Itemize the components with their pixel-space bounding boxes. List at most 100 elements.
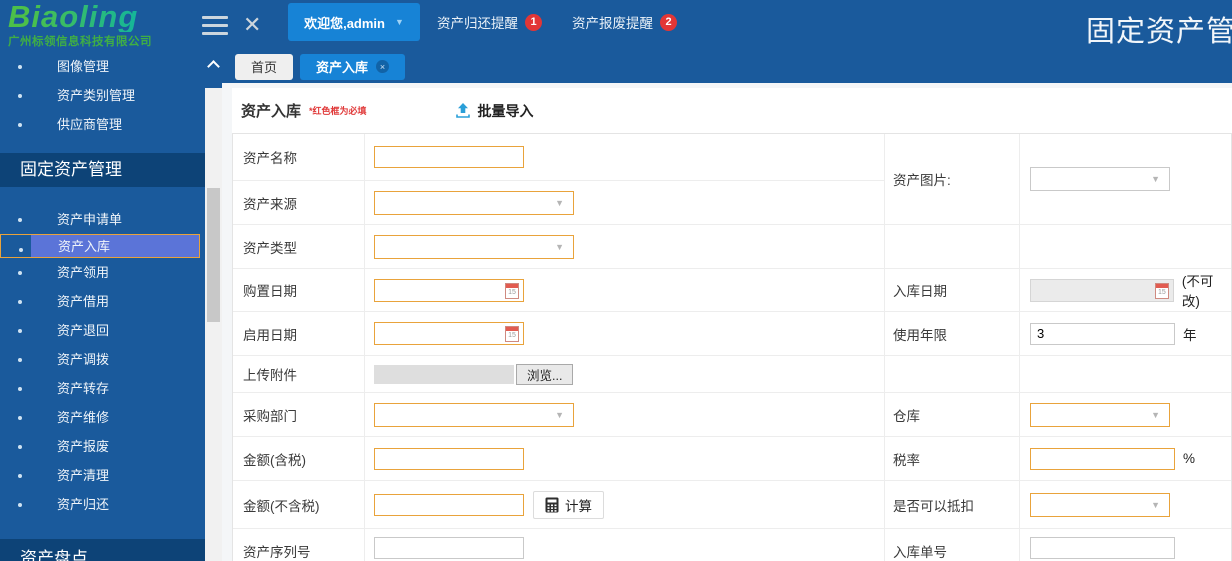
storage-no-label: 入库单号 xyxy=(885,529,1020,561)
asset-name-input[interactable] xyxy=(374,146,524,168)
sidebar-item-label: 图像管理 xyxy=(57,52,109,81)
sidebar-scrollbar[interactable] xyxy=(205,50,222,561)
tab-home[interactable]: 首页 xyxy=(235,54,293,80)
sidebar-item-asset-relocate[interactable]: 资产转存 xyxy=(0,374,205,403)
scroll-up-button[interactable] xyxy=(205,50,222,88)
sidebar-section-fixed-assets[interactable]: 固定资产管理 xyxy=(0,153,205,187)
sidebar-item-asset-cleanup[interactable]: 资产清理 xyxy=(0,461,205,490)
amount-without-tax-input[interactable] xyxy=(374,494,524,516)
sidebar-item-label: 资产调拨 xyxy=(57,345,109,374)
tab-bar: 首页 资产入库 × xyxy=(222,50,1232,83)
sidebar-item-asset-borrow[interactable]: 资产借用 xyxy=(0,287,205,316)
chevron-down-icon: ▼ xyxy=(395,17,404,27)
storage-date-label: 入库日期 xyxy=(885,269,1020,312)
notice-label: 资产报废提醒 xyxy=(572,12,653,32)
bullet-icon xyxy=(18,123,22,127)
tab-asset-storage[interactable]: 资产入库 × xyxy=(300,54,405,80)
bullet-icon xyxy=(18,65,22,69)
browse-button[interactable]: 浏览... xyxy=(516,364,573,385)
calendar-icon[interactable]: 15 xyxy=(505,283,519,299)
calendar-icon[interactable]: 15 xyxy=(505,326,519,342)
count-badge: 2 xyxy=(660,14,677,31)
sidebar-item-supplier-management[interactable]: 供应商管理 xyxy=(0,110,205,139)
storage-no-input[interactable] xyxy=(1030,537,1175,559)
deductible-label: 是否可以抵扣 xyxy=(885,481,1020,529)
sidebar-item-asset-giveback[interactable]: 资产归还 xyxy=(0,490,205,519)
bullet-icon xyxy=(18,218,22,222)
asset-image-label: 资产图片: xyxy=(885,134,1020,225)
asset-type-label: 资产类型 xyxy=(233,225,365,269)
start-date-input[interactable]: 15 xyxy=(374,322,524,345)
hamburger-menu-icon[interactable] xyxy=(202,16,228,35)
asset-storage-panel: 资产入库 *红色框为必填 批量导入 资产名称 资产图片: ▼ 资产来源 xyxy=(232,88,1232,561)
chevron-down-icon: ▼ xyxy=(555,410,564,420)
file-input[interactable] xyxy=(374,365,514,384)
bullet-icon xyxy=(18,271,22,275)
tab-close-icon[interactable]: × xyxy=(376,60,389,73)
panel-header: 资产入库 *红色框为必填 批量导入 xyxy=(232,88,1232,133)
user-menu-button[interactable]: 欢迎您,admin ▼ xyxy=(288,3,420,41)
brand-name: Biaoling xyxy=(8,2,198,32)
sidebar: 图像管理 资产类别管理 供应商管理 固定资产管理 资产申请单 资产入库 资产领用… xyxy=(0,50,205,561)
bullet-icon xyxy=(18,358,22,362)
calculate-button[interactable]: 计算 xyxy=(533,491,604,519)
file-upload-control: 浏览... xyxy=(374,364,573,385)
sidebar-item-asset-return-back[interactable]: 资产退回 xyxy=(0,316,205,345)
amount-with-tax-input[interactable] xyxy=(374,448,524,470)
sidebar-item-label: 资产借用 xyxy=(57,287,109,316)
purchase-dept-select[interactable]: ▼ xyxy=(374,403,574,427)
main-content: 资产入库 *红色框为必填 批量导入 资产名称 资产图片: ▼ 资产来源 xyxy=(222,83,1232,561)
sidebar-item-asset-scrap[interactable]: 资产报废 xyxy=(0,432,205,461)
bullet-icon xyxy=(18,329,22,333)
warehouse-select[interactable]: ▼ xyxy=(1030,403,1170,427)
sidebar-item-asset-transfer[interactable]: 资产调拨 xyxy=(0,345,205,374)
warehouse-label: 仓库 xyxy=(885,393,1020,437)
scrollbar-thumb[interactable] xyxy=(207,188,220,322)
asset-source-select[interactable]: ▼ xyxy=(374,191,574,215)
company-name: 广州标领信息科技有限公司 xyxy=(8,33,198,49)
serial-no-label: 资产序列号 xyxy=(233,529,365,561)
sidebar-item-asset-issue[interactable]: 资产领用 xyxy=(0,258,205,287)
sidebar-item-asset-repair[interactable]: 资产维修 xyxy=(0,403,205,432)
calculator-icon xyxy=(545,497,559,513)
sidebar-item-asset-category-management[interactable]: 资产类别管理 xyxy=(0,81,205,110)
serial-no-input[interactable] xyxy=(374,537,524,559)
sidebar-section-inventory[interactable]: 资产盘点 xyxy=(0,539,205,561)
attachment-label: 上传附件 xyxy=(233,356,365,393)
asset-return-reminder-link[interactable]: 资产归还提醒 1 xyxy=(437,12,542,32)
deductible-select[interactable]: ▼ xyxy=(1030,493,1170,517)
storage-date-input: 15 xyxy=(1030,279,1174,302)
logo: Biaoling 广州标领信息科技有限公司 xyxy=(8,2,198,49)
sidebar-item-image-management[interactable]: 图像管理 xyxy=(0,52,205,81)
tax-rate-unit: % xyxy=(1183,451,1195,466)
start-date-label: 启用日期 xyxy=(233,312,365,356)
asset-type-select[interactable]: ▼ xyxy=(374,235,574,259)
service-life-input[interactable] xyxy=(1030,323,1175,345)
batch-import-button[interactable]: 批量导入 xyxy=(455,101,534,121)
asset-image-select[interactable]: ▼ xyxy=(1030,167,1170,191)
asset-scrap-reminder-link[interactable]: 资产报废提醒 2 xyxy=(572,12,677,32)
notice-links: 资产归还提醒 1 资产报废提醒 2 xyxy=(437,0,677,44)
tab-label: 首页 xyxy=(251,57,277,76)
tax-rate-label: 税率 xyxy=(885,437,1020,481)
calculate-label: 计算 xyxy=(565,495,592,515)
purchase-date-input[interactable]: 15 xyxy=(374,279,524,302)
notice-label: 资产归还提醒 xyxy=(437,12,518,32)
tax-rate-input[interactable] xyxy=(1030,448,1175,470)
bullet-icon xyxy=(18,300,22,304)
sidebar-item-label: 资产入库 xyxy=(58,232,110,261)
sidebar-item-label: 资产归还 xyxy=(57,490,109,519)
sidebar-item-asset-storage[interactable]: 资产入库 xyxy=(0,234,200,258)
close-icon[interactable]: ✕ xyxy=(243,11,261,39)
service-life-unit: 年 xyxy=(1183,324,1197,344)
empty-cell xyxy=(885,225,1020,269)
chevron-down-icon: ▼ xyxy=(555,242,564,252)
sidebar-item-label: 资产退回 xyxy=(57,316,109,345)
sidebar-item-asset-request[interactable]: 资产申请单 xyxy=(0,205,205,234)
bullet-icon xyxy=(18,416,22,420)
chevron-down-icon: ▼ xyxy=(1151,500,1160,510)
batch-import-label: 批量导入 xyxy=(478,101,534,121)
sidebar-item-label: 资产申请单 xyxy=(57,205,122,234)
calendar-icon[interactable]: 15 xyxy=(1155,283,1169,299)
required-note: *红色框为必填 xyxy=(309,104,367,117)
